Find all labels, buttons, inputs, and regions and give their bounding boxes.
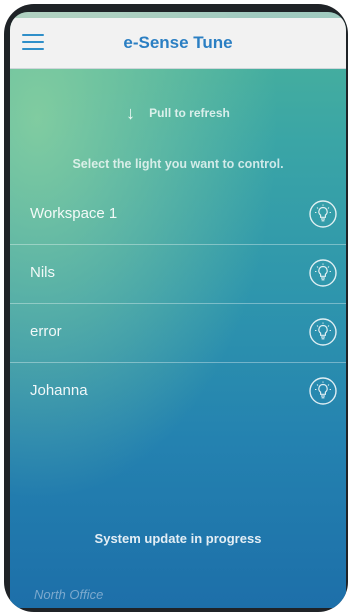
instruction-text: Select the light you want to control. — [72, 157, 284, 171]
light-item-nils[interactable]: Nils — [10, 245, 346, 304]
lightbulb-icon[interactable] — [308, 199, 338, 229]
app-screen: e-Sense Tune ↓ Pull to refresh Select the… — [10, 12, 346, 608]
light-name: Johanna — [30, 382, 88, 399]
pull-to-refresh[interactable]: ↓ Pull to refresh — [10, 103, 346, 124]
light-item-error[interactable]: error — [10, 304, 346, 363]
light-name: Workspace 1 — [30, 205, 118, 222]
light-item-workspace-1[interactable]: Workspace 1 — [10, 186, 346, 245]
system-status-message: System update in progress — [94, 531, 262, 546]
phone-frame: e-Sense Tune ↓ Pull to refresh Select the… — [4, 4, 348, 612]
light-item-johanna[interactable]: Johanna — [10, 363, 346, 421]
location-label[interactable]: North Office — [34, 587, 103, 602]
navigation-bar: e-Sense Tune — [10, 18, 346, 69]
lightbulb-icon[interactable] — [308, 376, 338, 406]
light-name: error — [30, 323, 62, 340]
lightbulb-icon[interactable] — [308, 258, 338, 288]
light-list: Workspace 1 Nils error Johanna — [10, 186, 346, 421]
lightbulb-icon[interactable] — [308, 317, 338, 347]
pull-to-refresh-label: Pull to refresh — [149, 106, 230, 120]
app-title: e-Sense Tune — [123, 33, 233, 52]
light-name: Nils — [30, 264, 55, 281]
down-arrow-icon: ↓ — [126, 103, 136, 123]
